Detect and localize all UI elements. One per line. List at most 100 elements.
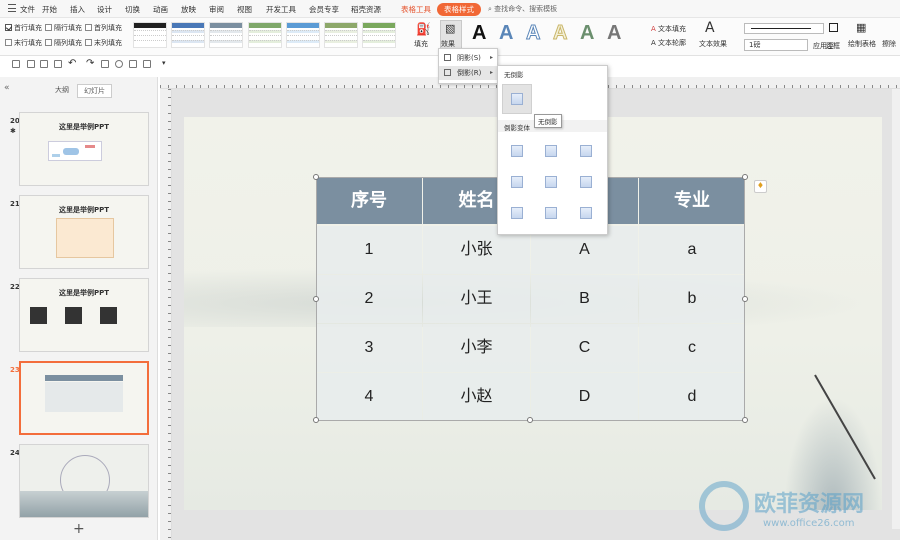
pdf-icon[interactable]: [27, 60, 35, 68]
reflection-variant-icon[interactable]: [580, 145, 592, 157]
menu-developer[interactable]: 开发工具: [266, 4, 296, 15]
slide-thumbnail-20[interactable]: 这里是举例PPT: [19, 112, 149, 186]
no-reflection-option[interactable]: [502, 84, 532, 114]
tab-slides[interactable]: 幻灯片: [77, 84, 112, 98]
resize-handle[interactable]: [742, 296, 748, 302]
text-effect-label[interactable]: 文本效果: [699, 39, 727, 49]
reflection-variant-icon[interactable]: [545, 207, 557, 219]
print-icon[interactable]: [40, 60, 48, 68]
table-cell[interactable]: 4: [316, 373, 422, 421]
table-style-swatch[interactable]: [209, 22, 243, 48]
table-cell[interactable]: b: [639, 275, 745, 323]
undo-icon[interactable]: ↶: [68, 58, 76, 69]
table-cell[interactable]: d: [639, 373, 745, 421]
menu-review[interactable]: 审阅: [209, 4, 224, 15]
menu-insert[interactable]: 插入: [70, 4, 85, 15]
reflection-variant-icon[interactable]: [545, 176, 557, 188]
slide-thumbnail-21[interactable]: 这里是举例PPT: [19, 195, 149, 269]
wordart-outline-gold[interactable]: A: [552, 22, 567, 45]
wordart-blue[interactable]: A: [499, 22, 513, 45]
table-header-cell[interactable]: 专业: [639, 177, 745, 224]
more-icon[interactable]: ▾: [162, 59, 166, 67]
table-cell[interactable]: 1: [316, 226, 422, 274]
menu-view[interactable]: 视图: [237, 4, 252, 15]
reflection-variant-icon[interactable]: [511, 145, 523, 157]
table-style-swatch[interactable]: [133, 22, 167, 48]
tab-outline[interactable]: 大纲: [49, 84, 75, 96]
resize-handle[interactable]: [742, 417, 748, 423]
fill-label[interactable]: 填充: [414, 39, 428, 49]
reflection-variant-icon[interactable]: [580, 207, 592, 219]
table-style-swatch[interactable]: [248, 22, 282, 48]
menu-design[interactable]: 设计: [97, 4, 112, 15]
resize-handle[interactable]: [313, 174, 319, 180]
border-button[interactable]: 边框: [826, 41, 840, 51]
table-cell[interactable]: 小李: [423, 324, 530, 372]
fill-bucket-icon[interactable]: ⛽: [416, 22, 431, 36]
hamburger-icon[interactable]: [8, 4, 16, 12]
table-cell[interactable]: C: [531, 324, 638, 372]
preview-icon[interactable]: [54, 60, 62, 68]
save-icon[interactable]: [12, 60, 20, 68]
slide-thumbnail-23[interactable]: [19, 361, 149, 435]
table-cell[interactable]: B: [531, 275, 638, 323]
line-style-select[interactable]: [744, 23, 824, 34]
vertical-scrollbar[interactable]: [892, 89, 900, 529]
table-cell[interactable]: c: [639, 324, 745, 372]
table-header-cell[interactable]: 序号: [316, 177, 422, 224]
insert-image-icon[interactable]: [143, 60, 151, 68]
redo-icon[interactable]: ↷: [86, 58, 94, 69]
menu-member[interactable]: 会员专享: [309, 4, 339, 15]
menu-animation[interactable]: 动画: [153, 4, 168, 15]
table-style-swatch[interactable]: [324, 22, 358, 48]
reflection-variant-icon[interactable]: [511, 207, 523, 219]
reflection-variant-icon[interactable]: [545, 145, 557, 157]
table-cell[interactable]: 小王: [423, 275, 530, 323]
table-style-swatch[interactable]: [171, 22, 205, 48]
menu-file[interactable]: 文件: [20, 4, 35, 15]
wordart-gray[interactable]: A: [607, 22, 621, 45]
smart-tip-icon[interactable]: ♦: [754, 180, 767, 193]
add-slide-button[interactable]: +: [73, 521, 85, 537]
erase-label[interactable]: 擦除: [882, 39, 896, 49]
checkbox-banded-rows[interactable]: 隔行填充: [45, 23, 82, 33]
menu-reflection[interactable]: 倒影(R) ▸: [439, 66, 497, 80]
table-cell[interactable]: a: [639, 226, 745, 274]
line-width-select[interactable]: 1磅: [744, 39, 808, 51]
menu-shadow[interactable]: 阴影(S) ▸: [439, 51, 497, 65]
table-cell[interactable]: 3: [316, 324, 422, 372]
format-painter-icon[interactable]: [101, 60, 109, 68]
text-fill-button[interactable]: A 文本填充: [651, 24, 686, 34]
table-cell[interactable]: 小赵: [423, 373, 530, 421]
menu-slideshow[interactable]: 放映: [181, 4, 196, 15]
slide-thumbnail-24[interactable]: [19, 444, 149, 518]
play-icon[interactable]: [115, 60, 123, 68]
resize-handle[interactable]: [527, 417, 533, 423]
search-box[interactable]: ⌕ 查找命令、搜索模板: [488, 4, 557, 14]
checkbox-total-row[interactable]: 末行填充: [5, 38, 42, 48]
reflection-variant-icon[interactable]: [511, 176, 523, 188]
resize-handle[interactable]: [313, 417, 319, 423]
context-tab-table-tools[interactable]: 表格工具: [401, 4, 431, 15]
checkbox-banded-columns[interactable]: 隔列填充: [45, 38, 82, 48]
table-cell[interactable]: D: [531, 373, 638, 421]
draw-table-label[interactable]: 绘制表格: [848, 39, 876, 49]
menu-home[interactable]: 开始: [42, 4, 57, 15]
slide-thumbnail-22[interactable]: 这里是举例PPT: [19, 278, 149, 352]
insert-table-icon[interactable]: [129, 60, 137, 68]
pen-color-icon[interactable]: [829, 23, 838, 32]
text-outline-button[interactable]: A 文本轮廓: [651, 38, 686, 48]
menu-transition[interactable]: 切换: [125, 4, 140, 15]
wordart-green[interactable]: A: [580, 22, 594, 45]
resize-handle[interactable]: [742, 174, 748, 180]
table-cell[interactable]: 2: [316, 275, 422, 323]
checkbox-header-row[interactable]: 首行填充: [5, 23, 42, 33]
table-style-swatch[interactable]: [362, 22, 396, 48]
wordart-outline-blue[interactable]: A: [525, 22, 540, 45]
resize-handle[interactable]: [313, 296, 319, 302]
wordart-black[interactable]: A: [472, 22, 486, 45]
table-style-swatch[interactable]: [286, 22, 320, 48]
collapse-icon[interactable]: «: [4, 83, 10, 93]
tab-table-style[interactable]: 表格样式: [437, 3, 481, 16]
reflection-variant-icon[interactable]: [580, 176, 592, 188]
